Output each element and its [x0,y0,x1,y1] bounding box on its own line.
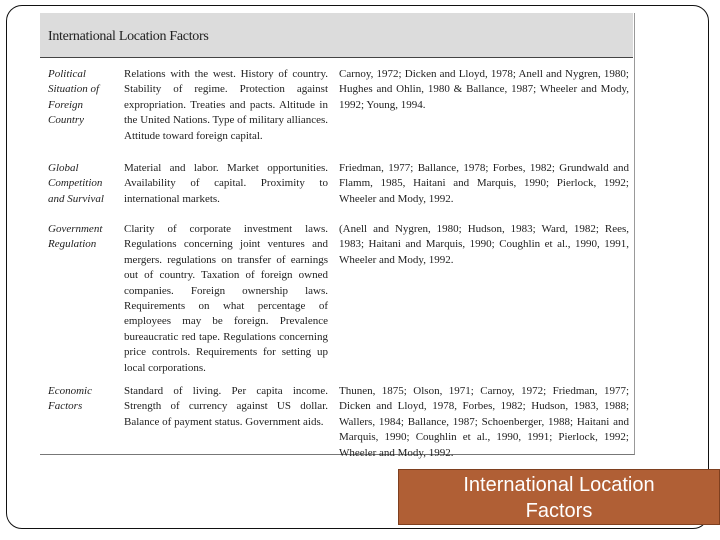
factor-label: Political Situation of Foreign Country [48,68,100,127]
factor-citations: Thunen, 1875; Olson, 1971; Carnoy, 1972;… [339,385,629,459]
factor-description: Relations with the west. History of coun… [124,68,328,142]
table-header: International Location Factors [40,13,633,58]
factor-description: Standard of living. Per capita income. S… [124,385,328,428]
factor-citations: Carnoy, 1972; Dicken and Lloyd, 1978; An… [339,68,629,111]
caption-line-2: Factors [525,500,593,522]
location-factors-table: International Location Factors Political… [40,13,635,459]
factor-description: Clarity of corporate investment laws. Re… [124,223,328,374]
factor-label: Economic Factors [48,385,92,413]
table-title: International Location Factors [48,29,209,44]
caption-box: International Location Factors [398,469,720,525]
factor-citations: (Anell and Nygren, 1980; Hudson, 1983; W… [339,223,629,266]
factor-label: Government Regulation [48,223,103,251]
caption-line-1: International Location [463,474,655,496]
factor-citations: Friedman, 1977; Ballance, 1978; Forbes, … [339,162,629,205]
factor-description: Material and labor. Market opportunities… [124,162,328,205]
factor-label: Global Competition and Survival [48,162,104,205]
